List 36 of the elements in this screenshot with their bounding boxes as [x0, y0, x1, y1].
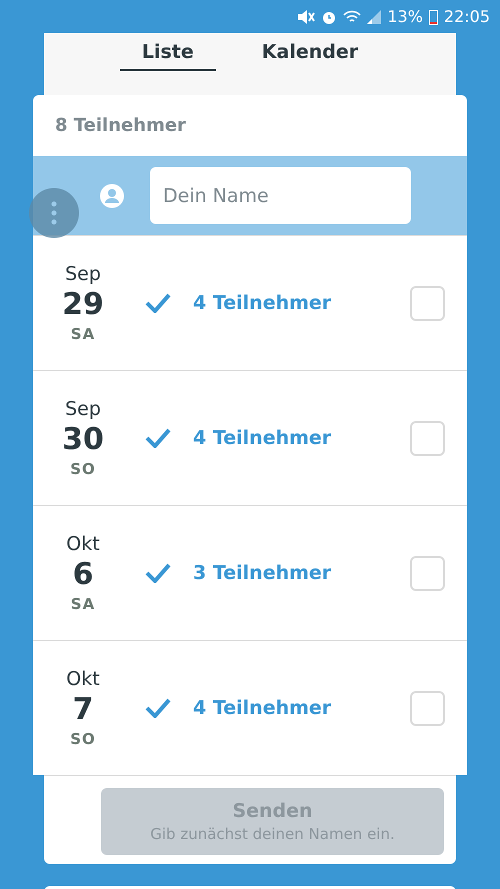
- tab[interactable]: Liste: [120, 35, 216, 71]
- date-checkbox[interactable]: [410, 690, 445, 726]
- participant-count: 4 Teilnehmer: [193, 696, 332, 721]
- check-icon: [145, 293, 171, 313]
- tab[interactable]: Kalender: [240, 35, 380, 71]
- name-field[interactable]: Dein Name: [150, 167, 411, 224]
- more-icon: [51, 201, 57, 225]
- user-icon: [100, 184, 124, 208]
- check-icon: [145, 563, 171, 583]
- mute-icon: [297, 8, 316, 24]
- weekday-label: SO: [70, 459, 96, 479]
- weekday-label: SA: [70, 324, 96, 344]
- signal-icon: [367, 10, 382, 24]
- date-checkbox[interactable]: [410, 286, 445, 320]
- date-checkbox[interactable]: [410, 556, 445, 590]
- month-label: Okt: [66, 532, 100, 556]
- weekday-label: SO: [70, 729, 96, 749]
- wifi-icon: [343, 10, 362, 24]
- participant-count: 8 Teilnehmer: [55, 114, 186, 138]
- clock-time: 22:05: [444, 6, 490, 28]
- participant-count: 4 Teilnehmer: [193, 290, 332, 316]
- month-label: Okt: [66, 667, 100, 691]
- participant-count: 4 Teilnehmer: [193, 426, 332, 451]
- battery-percentage: 13%: [387, 6, 423, 28]
- day-number: 30: [62, 421, 104, 459]
- day-number: 6: [72, 556, 94, 594]
- weekday-label: SA: [70, 594, 96, 614]
- day-number: 7: [72, 691, 94, 729]
- participant-count: 3 Teilnehmer: [193, 560, 332, 586]
- month-label: Sep: [65, 397, 101, 421]
- check-icon: [145, 698, 171, 718]
- date-checkbox[interactable]: [410, 420, 445, 456]
- day-number: 29: [62, 286, 104, 324]
- check-icon: [145, 428, 171, 448]
- month-label: Sep: [65, 262, 101, 286]
- battery-icon: [428, 8, 438, 24]
